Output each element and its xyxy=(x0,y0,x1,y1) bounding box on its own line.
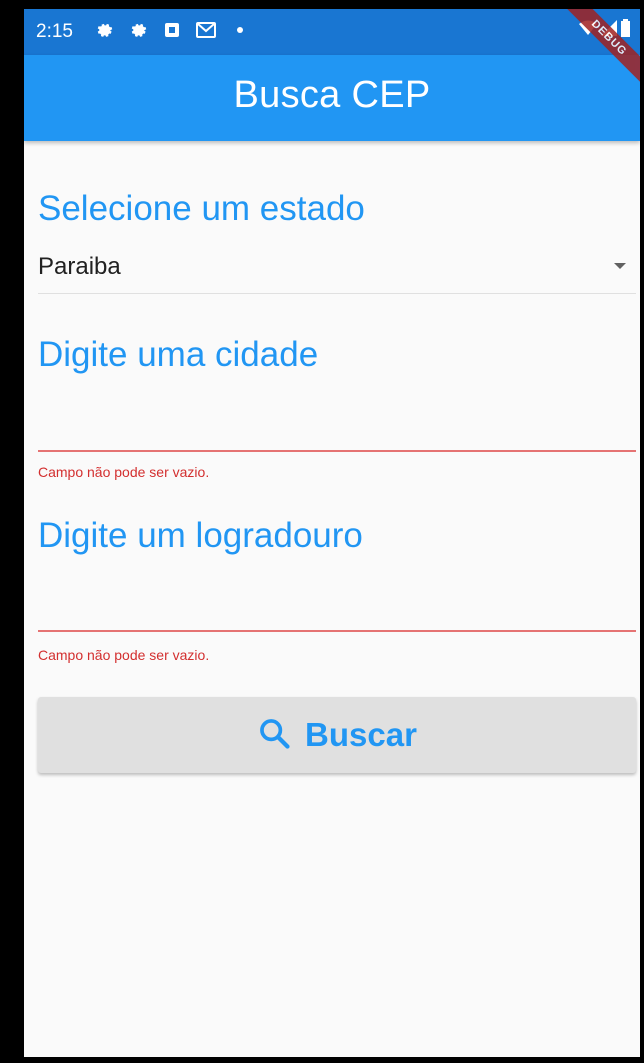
app-bar: Busca CEP xyxy=(24,55,640,141)
state-dropdown[interactable]: Paraiba xyxy=(38,245,636,294)
app-screen: 2:15 Busca CEP DEBUG Selecione um estado… xyxy=(24,9,640,1057)
dot-icon xyxy=(230,20,250,40)
street-input-wrapper xyxy=(38,586,640,632)
street-label: Digite um logradouro xyxy=(38,516,363,555)
city-input[interactable] xyxy=(38,406,640,452)
search-icon xyxy=(257,716,291,755)
state-label: Selecione um estado xyxy=(38,189,365,228)
city-input-wrapper xyxy=(38,406,640,452)
state-dropdown-value: Paraiba xyxy=(38,253,121,280)
city-label: Digite uma cidade xyxy=(38,335,319,374)
status-bar: 2:15 xyxy=(24,9,640,55)
mail-icon xyxy=(196,20,216,40)
search-button-label: Buscar xyxy=(305,716,417,753)
gear-icon xyxy=(128,20,148,40)
notification-icons xyxy=(94,20,250,40)
gear-icon xyxy=(94,20,114,40)
street-input[interactable] xyxy=(38,586,640,632)
city-error-text: Campo não pode ser vazio. xyxy=(38,464,210,480)
dropdown-arrow-icon xyxy=(614,263,626,269)
street-error-text: Campo não pode ser vazio. xyxy=(38,647,210,663)
app-title: Busca CEP xyxy=(233,73,431,116)
status-time: 2:15 xyxy=(36,21,73,42)
badge-icon xyxy=(162,20,182,40)
search-button[interactable]: Buscar xyxy=(38,697,636,773)
